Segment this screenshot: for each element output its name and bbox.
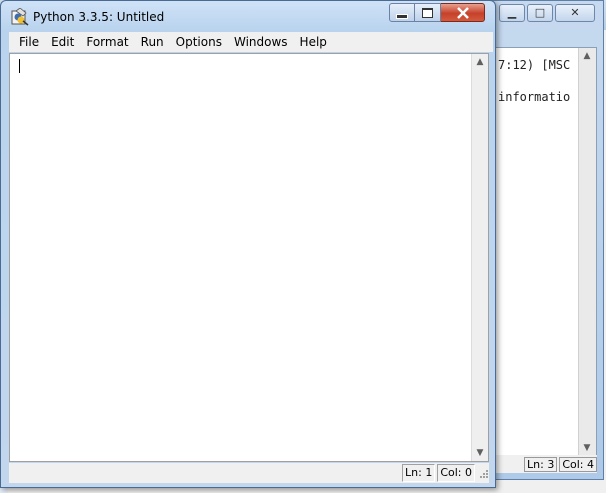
maximize-icon: □: [534, 6, 546, 19]
status-bar: Ln: 1 Col: 0: [9, 463, 489, 483]
shell-window[interactable]: ▁ □ ✕ 7:12) [MSC informatio ▲ ▼ Ln: 3 Co…: [484, 0, 604, 480]
shell-text-line: 7:12) [MSC: [498, 58, 571, 72]
python-idle-icon[interactable]: [11, 8, 29, 26]
line-indicator: Ln: 1: [402, 464, 436, 482]
shell-maximize-button[interactable]: □: [527, 4, 553, 22]
menu-format[interactable]: Format: [80, 32, 134, 52]
window-title: Python 3.3.5: Untitled: [33, 10, 165, 24]
shell-text-line: informatio: [498, 90, 571, 104]
scroll-up-arrow-icon[interactable]: ▲: [472, 54, 488, 70]
menu-run[interactable]: Run: [135, 32, 170, 52]
maximize-icon: [422, 7, 433, 18]
editor-vertical-scrollbar[interactable]: ▲ ▼: [471, 54, 488, 461]
minimize-button[interactable]: [389, 3, 415, 22]
shell-window-controls: ▁ □ ✕: [499, 4, 597, 24]
menu-options[interactable]: Options: [170, 32, 228, 52]
title-bar[interactable]: Python 3.3.5: Untitled: [1, 1, 495, 31]
maximize-button[interactable]: [415, 3, 441, 22]
text-caret: [19, 59, 20, 73]
shell-vertical-scrollbar[interactable]: ▲ ▼: [578, 48, 596, 456]
shell-line-indicator: Ln: 3: [524, 456, 558, 472]
scroll-down-arrow-icon[interactable]: ▼: [579, 440, 595, 456]
shell-output-area[interactable]: 7:12) [MSC informatio ▲ ▼: [493, 47, 597, 457]
shell-minimize-button[interactable]: ▁: [499, 4, 525, 22]
minimize-icon: ▁: [507, 6, 517, 19]
scroll-down-arrow-icon[interactable]: ▼: [472, 445, 488, 461]
col-indicator: Col: 0: [437, 464, 475, 482]
window-controls: [389, 3, 485, 22]
code-editor[interactable]: ▲ ▼: [9, 53, 489, 462]
resize-grip-icon[interactable]: [477, 467, 489, 479]
menu-bar: File Edit Format Run Options Windows Hel…: [9, 32, 493, 52]
shell-col-indicator: Col: 4: [559, 456, 597, 472]
close-button[interactable]: [441, 3, 485, 22]
close-icon: ✕: [570, 6, 580, 19]
minimize-icon: [396, 14, 408, 19]
menu-file[interactable]: File: [9, 32, 45, 52]
editor-window[interactable]: Python 3.3.5: Untitled File Edit Format …: [0, 0, 496, 488]
menu-help[interactable]: Help: [294, 32, 333, 52]
shell-close-button[interactable]: ✕: [555, 4, 595, 22]
menu-windows[interactable]: Windows: [228, 32, 294, 52]
menu-edit[interactable]: Edit: [45, 32, 80, 52]
shell-status-bar: Ln: 3 Col: 4: [493, 455, 597, 473]
close-icon: [456, 6, 469, 19]
scroll-up-arrow-icon[interactable]: ▲: [579, 48, 595, 64]
